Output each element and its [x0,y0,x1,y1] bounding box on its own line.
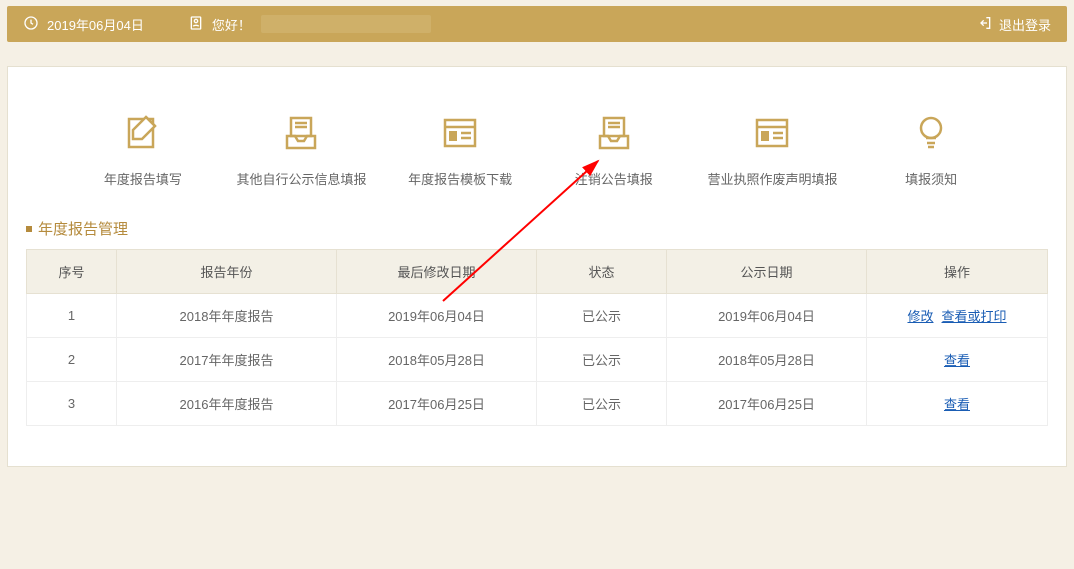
top-left: 2019年06月04日 您好！ [23,15,431,34]
greeting: 您好！ [212,15,251,34]
cell-status: 已公示 [537,294,667,338]
cell-year: 2017年年度报告 [117,338,337,382]
menu-item-deregistration-notice[interactable]: 注销公告填报 [554,113,674,188]
logout-icon [977,15,993,34]
tray-notice-icon [594,113,634,153]
cell-year: 2018年年度报告 [117,294,337,338]
cell-last_modified: 2018年05月28日 [337,338,537,382]
menu-label: 营业执照作废声明填报 [707,169,837,188]
cell-status: 已公示 [537,382,667,426]
menu-row: 年度报告填写 其他自行公示信息填报 年度报告模板下载 注销公告填报 营业执照作废 [26,95,1048,212]
logout-button[interactable]: 退出登录 [977,15,1051,34]
menu-item-instructions[interactable]: 填报须知 [871,113,991,188]
menu-item-license-void[interactable]: 营业执照作废声明填报 [707,113,837,188]
cell-seq: 3 [27,382,117,426]
cell-publish_date: 2019年06月04日 [667,294,867,338]
th-status: 状态 [537,250,667,294]
th-seq: 序号 [27,250,117,294]
menu-label: 填报须知 [905,169,957,188]
table-row: 32016年年度报告2017年06月25日已公示2017年06月25日查看 [27,382,1048,426]
menu-item-template-download[interactable]: 年度报告模板下载 [400,113,520,188]
cell-status: 已公示 [537,338,667,382]
user-icon [188,15,204,34]
header-date: 2019年06月04日 [47,15,144,34]
cell-publish_date: 2017年06月25日 [667,382,867,426]
menu-label: 注销公告填报 [575,169,653,188]
cell-actions: 修改查看或打印 [867,294,1048,338]
annual-report-table: 序号 报告年份 最后修改日期 状态 公示日期 操作 12018年年度报告2019… [26,249,1048,426]
tray-document-icon [281,113,321,153]
logout-label: 退出登录 [999,15,1051,34]
cell-last_modified: 2019年06月04日 [337,294,537,338]
cell-year: 2016年年度报告 [117,382,337,426]
cell-seq: 2 [27,338,117,382]
edit-document-icon [123,113,163,153]
lightbulb-icon [911,113,951,153]
menu-label: 其他自行公示信息填报 [236,169,366,188]
th-actions: 操作 [867,250,1048,294]
cell-actions: 查看 [867,382,1048,426]
clock-icon [23,15,39,34]
menu-label: 年度报告填写 [104,169,182,188]
cell-seq: 1 [27,294,117,338]
menu-label: 年度报告模板下载 [408,169,512,188]
th-year: 报告年份 [117,250,337,294]
cell-last_modified: 2017年06月25日 [337,382,537,426]
cell-actions: 查看 [867,338,1048,382]
th-publish-date: 公示日期 [667,250,867,294]
cell-publish_date: 2018年05月28日 [667,338,867,382]
username-redacted [261,15,431,33]
menu-item-annual-report-fill[interactable]: 年度报告填写 [83,113,203,188]
license-window-icon [752,113,792,153]
main-panel: 年度报告填写 其他自行公示信息填报 年度报告模板下载 注销公告填报 营业执照作废 [7,66,1067,467]
template-window-icon [440,113,480,153]
table-header-row: 序号 报告年份 最后修改日期 状态 公示日期 操作 [27,250,1048,294]
section-title: 年度报告管理 [26,212,1048,249]
top-bar: 2019年06月04日 您好！ 退出登录 [7,6,1067,42]
menu-item-other-disclosure[interactable]: 其他自行公示信息填报 [236,113,366,188]
th-last-modified: 最后修改日期 [337,250,537,294]
action-link[interactable]: 查看或打印 [942,309,1007,324]
action-link[interactable]: 查看 [944,397,970,412]
action-link[interactable]: 查看 [944,353,970,368]
action-link[interactable]: 修改 [907,309,933,324]
table-row: 12018年年度报告2019年06月04日已公示2019年06月04日修改查看或… [27,294,1048,338]
table-row: 22017年年度报告2018年05月28日已公示2018年05月28日查看 [27,338,1048,382]
